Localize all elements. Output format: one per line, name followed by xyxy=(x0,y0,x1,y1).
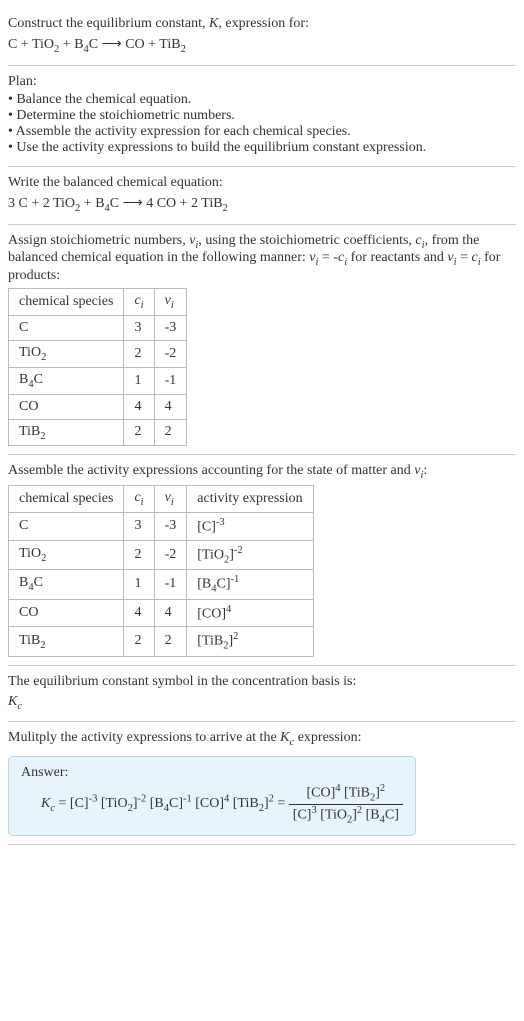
table-header-row: chemical species ci νi xyxy=(9,289,187,316)
plan-item: Assemble the activity expression for eac… xyxy=(8,124,516,140)
section-balanced: Write the balanced chemical equation: 3 … xyxy=(8,167,516,225)
col-ci: ci xyxy=(124,289,154,316)
unbalanced-equation: C + TiO2 + B4C ⟶ CO + TiB2 xyxy=(8,36,516,55)
col-vi: νi xyxy=(154,486,187,513)
plan-item: Use the activity expressions to build th… xyxy=(8,140,516,156)
table-row: TiO22-2 xyxy=(9,340,187,367)
col-species: chemical species xyxy=(9,486,124,513)
activity-prompt: Assemble the activity expressions accoun… xyxy=(8,463,516,481)
col-activity: activity expression xyxy=(187,486,313,513)
section-stoich: Assign stoichiometric numbers, νi, using… xyxy=(8,225,516,456)
answer-label: Answer: xyxy=(21,765,403,781)
stoich-prompt: Assign stoichiometric numbers, νi, using… xyxy=(8,233,516,285)
final-prompt: Mulitply the activity expressions to arr… xyxy=(8,730,516,748)
col-species: chemical species xyxy=(9,289,124,316)
col-vi: νi xyxy=(154,289,187,316)
section-activity: Assemble the activity expressions accoun… xyxy=(8,455,516,665)
plan-item: Determine the stoichiometric numbers. xyxy=(8,108,516,124)
balanced-prompt: Write the balanced chemical equation: xyxy=(8,175,516,191)
table-row: CO44 xyxy=(9,394,187,419)
col-ci: ci xyxy=(124,486,154,513)
table-row: C3-3[C]-3 xyxy=(9,512,314,540)
fraction: [CO]4 [TiB2]2 [C]3 [TiO2]2 [B4C] xyxy=(289,783,403,825)
answer-box: Answer: Kc = [C]-3 [TiO2]-2 [B4C]-1 [CO]… xyxy=(8,756,416,836)
table-row: TiB222[TiB2]2 xyxy=(9,627,314,656)
numerator: [CO]4 [TiB2]2 xyxy=(289,783,403,804)
plan-item: Balance the chemical equation. xyxy=(8,92,516,108)
final-equation: Kc = [C]-3 [TiO2]-2 [B4C]-1 [CO]4 [TiB2]… xyxy=(21,783,403,825)
plan-list: Balance the chemical equation. Determine… xyxy=(8,92,516,156)
stoich-table: chemical species ci νi C3-3 TiO22-2 B4C1… xyxy=(8,288,187,446)
activity-table: chemical species ci νi activity expressi… xyxy=(8,485,314,656)
table-row: C3-3 xyxy=(9,315,187,340)
denominator: [C]3 [TiO2]2 [B4C] xyxy=(289,805,403,825)
table-row: CO44[CO]4 xyxy=(9,599,314,627)
table-row: TiO22-2[TiO2]-2 xyxy=(9,540,314,569)
kc-symbol: Kc xyxy=(8,694,516,712)
table-row: B4C1-1[B4C]-1 xyxy=(9,570,314,599)
table-header-row: chemical species ci νi activity expressi… xyxy=(9,486,314,513)
plan-title: Plan: xyxy=(8,74,516,90)
section-final: Mulitply the activity expressions to arr… xyxy=(8,722,516,845)
section-plan: Plan: Balance the chemical equation. Det… xyxy=(8,66,516,167)
symbol-prompt: The equilibrium constant symbol in the c… xyxy=(8,674,516,690)
section-symbol: The equilibrium constant symbol in the c… xyxy=(8,666,516,723)
table-row: B4C1-1 xyxy=(9,367,187,394)
balanced-equation: 3 C + 2 TiO2 + B4C ⟶ 4 CO + 2 TiB2 xyxy=(8,195,516,214)
section-construct: Construct the equilibrium constant, K, e… xyxy=(8,8,516,66)
table-row: TiB222 xyxy=(9,419,187,446)
construct-prompt: Construct the equilibrium constant, K, e… xyxy=(8,16,516,32)
